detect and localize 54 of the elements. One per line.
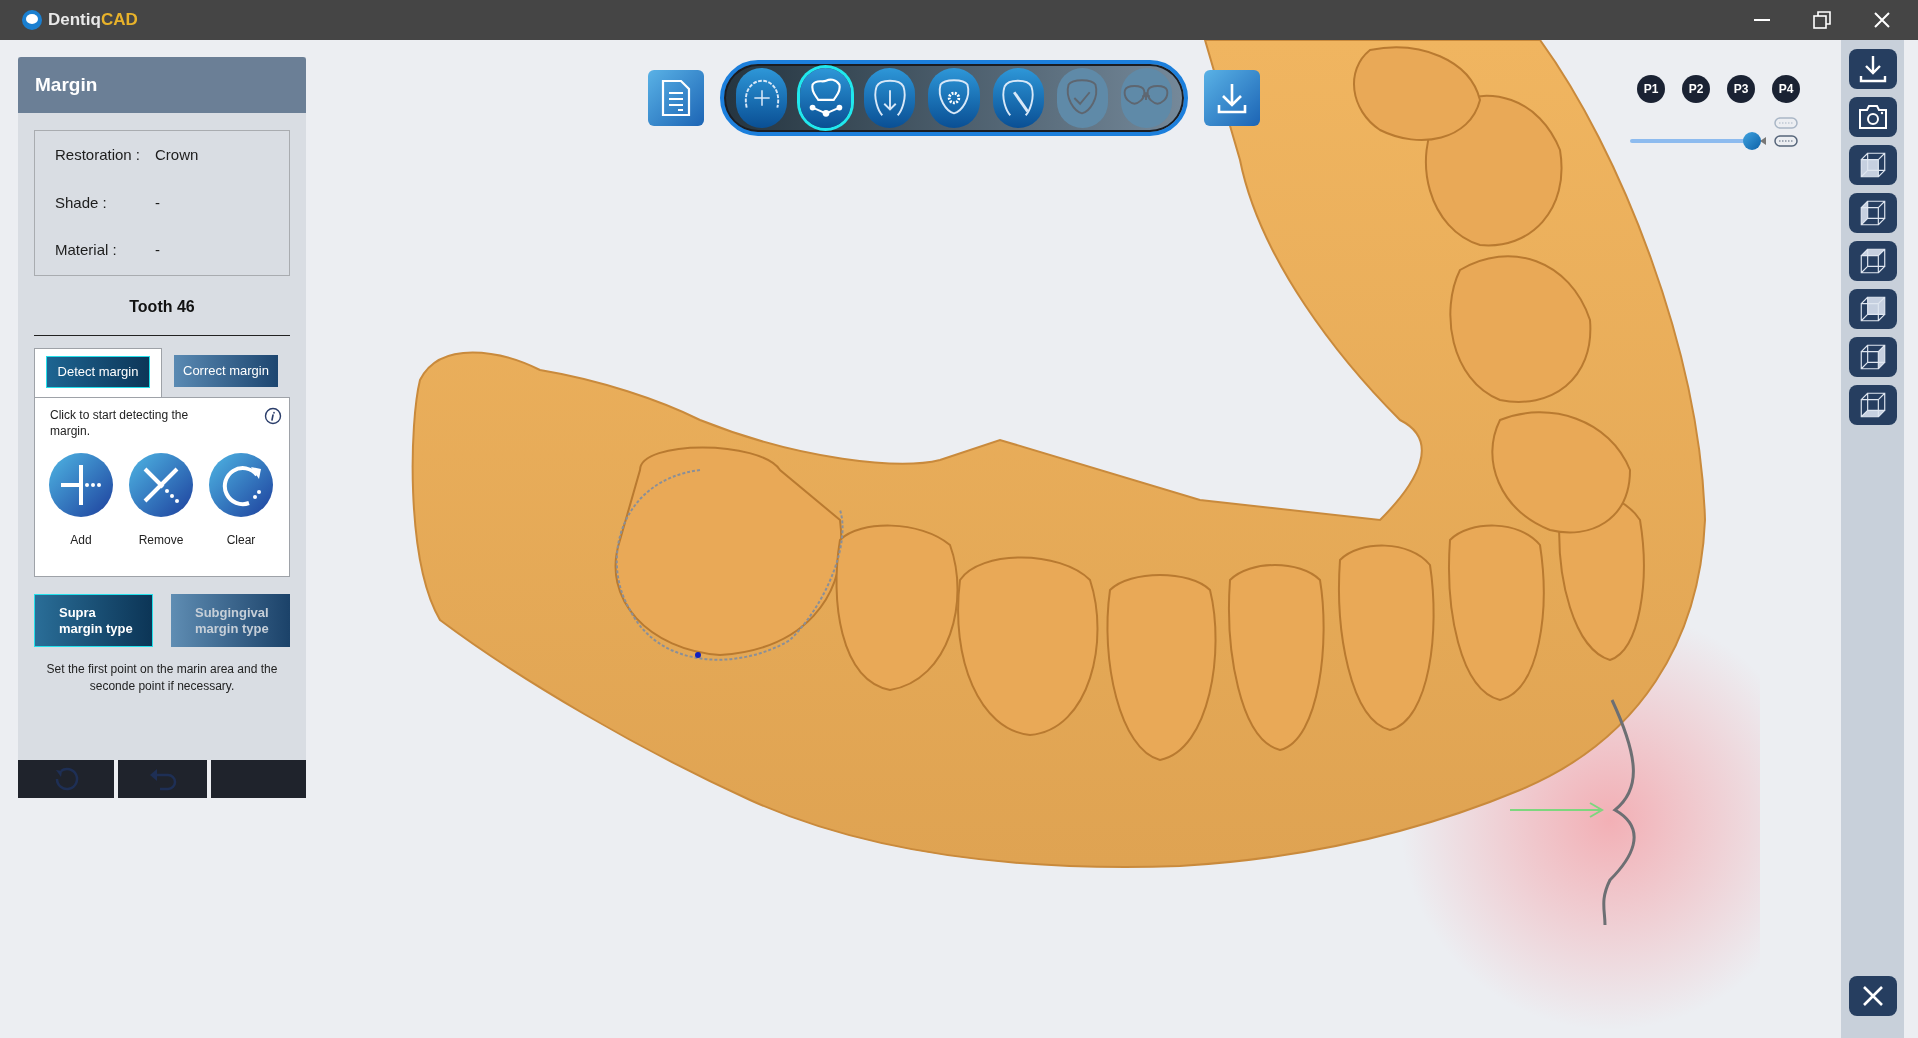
field-value: - bbox=[155, 192, 160, 213]
preset-button[interactable]: P3 bbox=[1727, 75, 1755, 103]
mode-tab[interactable]: Correct margin bbox=[174, 355, 278, 387]
rotate-icon bbox=[53, 766, 79, 792]
view-button[interactable] bbox=[1848, 289, 1897, 329]
margin-type-button[interactable]: Supra margin type bbox=[34, 594, 153, 647]
preset-button[interactable]: P4 bbox=[1772, 75, 1800, 103]
download-icon bbox=[1857, 54, 1888, 84]
camera-icon bbox=[1857, 104, 1888, 130]
slider-thumb[interactable] bbox=[1742, 132, 1761, 150]
field-value: - bbox=[155, 240, 160, 261]
view-button[interactable] bbox=[1848, 241, 1897, 281]
restore-icon[interactable] bbox=[1810, 8, 1834, 32]
add-point-icon bbox=[49, 453, 113, 517]
app-logo-icon bbox=[20, 9, 44, 31]
workflow-step-button[interactable] bbox=[992, 68, 1044, 128]
preset-button[interactable]: P2 bbox=[1682, 75, 1710, 103]
field-label: Restoration : bbox=[55, 145, 142, 166]
workflow-step-button[interactable] bbox=[736, 68, 788, 128]
remove-point-icon bbox=[129, 453, 193, 517]
margin-tool-button[interactable]: Remove bbox=[129, 453, 193, 549]
margin-tool-button[interactable]: Add bbox=[49, 453, 113, 549]
margin-tool-button[interactable]: Clear bbox=[209, 453, 273, 549]
view-button[interactable] bbox=[1848, 193, 1897, 233]
info-icon[interactable] bbox=[264, 407, 282, 425]
jaw-slider[interactable] bbox=[1630, 132, 1758, 150]
preset-button[interactable]: P1 bbox=[1637, 75, 1665, 103]
document-icon bbox=[661, 79, 691, 117]
workflow-step-button[interactable] bbox=[928, 68, 980, 128]
document-button[interactable] bbox=[648, 70, 704, 126]
workflow-step-button[interactable] bbox=[800, 68, 852, 128]
save-button[interactable] bbox=[1848, 49, 1897, 89]
lower-jaw-icon[interactable] bbox=[1774, 134, 1798, 148]
view-button[interactable] bbox=[1848, 145, 1897, 185]
close-button[interactable] bbox=[1848, 976, 1897, 1016]
download-icon bbox=[1215, 81, 1249, 115]
pointer-icon bbox=[1760, 137, 1766, 145]
app-title: DentiqCAD bbox=[48, 9, 138, 32]
instruction-text: Set the first point on the marin area and the seconde point if necessary. bbox=[45, 661, 279, 695]
field-label: Material : bbox=[55, 240, 118, 261]
clear-icon bbox=[209, 453, 273, 517]
mode-tab[interactable]: Detect margin bbox=[46, 356, 150, 388]
field-label: Shade : bbox=[55, 192, 108, 213]
close-icon bbox=[1860, 984, 1885, 1008]
screenshot-button[interactable] bbox=[1848, 97, 1897, 137]
hint-text: Click to start detecting the margin. bbox=[50, 407, 190, 439]
field-value: Crown bbox=[155, 145, 199, 166]
margin-type-button[interactable]: Subgingival margin type bbox=[171, 594, 290, 647]
tooth-label: Tooth 46 bbox=[128, 297, 196, 317]
panel-title: Margin bbox=[18, 57, 306, 113]
workflow-step-button[interactable] bbox=[864, 68, 916, 128]
view-button[interactable] bbox=[1848, 385, 1897, 425]
view-button[interactable] bbox=[1848, 337, 1897, 377]
export-button[interactable] bbox=[1204, 70, 1260, 126]
